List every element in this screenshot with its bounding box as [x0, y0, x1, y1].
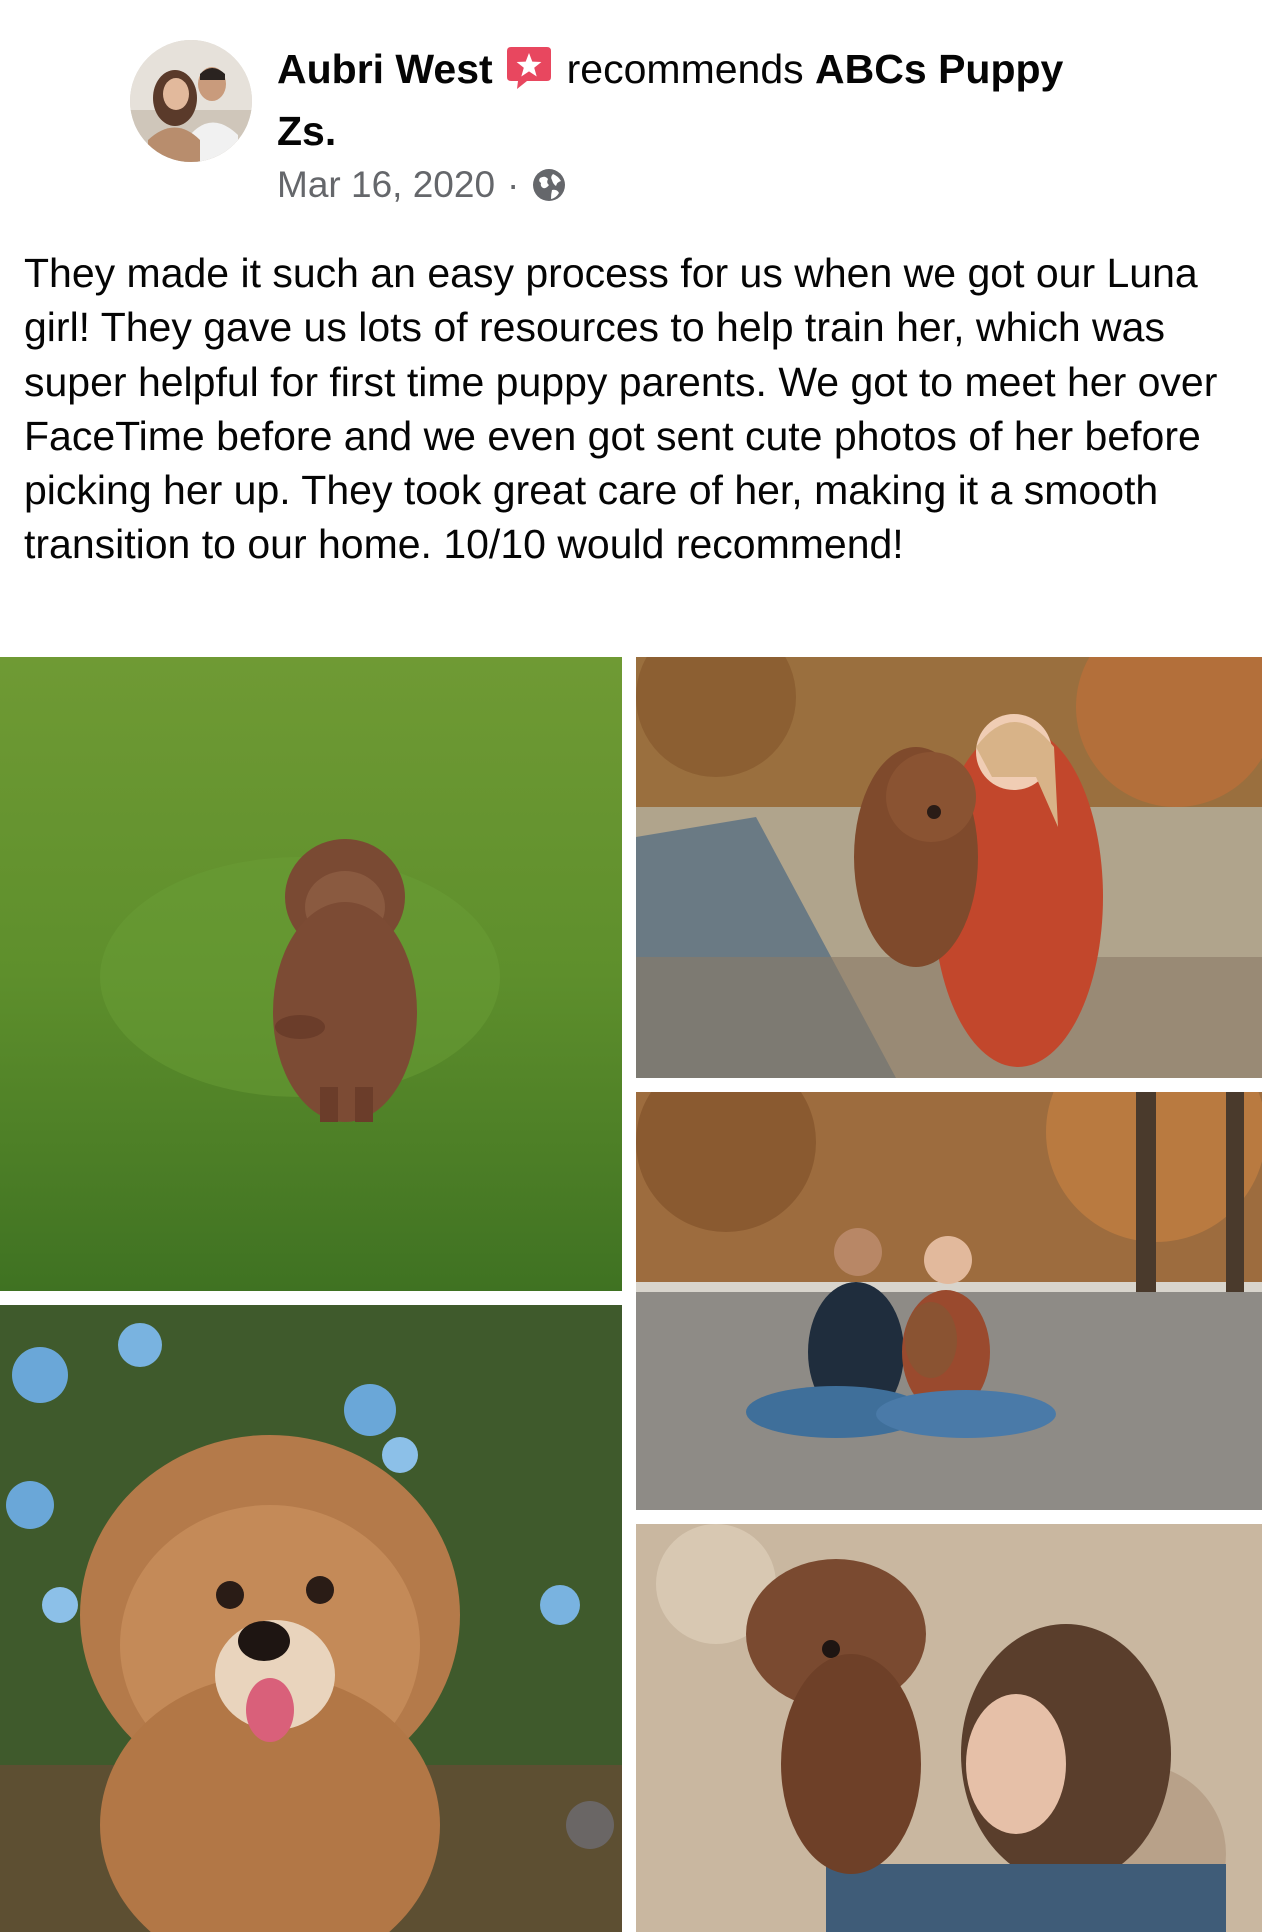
photo-puppy-with-flowers[interactable] [0, 1305, 622, 1932]
photo-girl-holding-puppy[interactable] [636, 657, 1262, 1078]
recommendation-star-icon [505, 43, 553, 91]
post-headline: Aubri West recommends ABCs Puppy Zs. [277, 38, 1097, 162]
photo-grid [0, 657, 1262, 1932]
post-date[interactable]: Mar 16, 2020 [277, 162, 495, 208]
post-meta: Mar 16, 2020 · [277, 162, 567, 208]
globe-icon[interactable] [531, 167, 567, 203]
meta-separator: · [507, 164, 520, 205]
author-avatar[interactable] [130, 40, 252, 162]
post-body-text: They made it such an easy process for us… [24, 250, 1218, 568]
author-name[interactable]: Aubri West [277, 46, 493, 92]
recommends-verb: recommends [566, 46, 804, 92]
photo-puppy-on-shoulder[interactable] [636, 1524, 1262, 1932]
photo-puppy-on-grass[interactable] [0, 657, 622, 1291]
recommendation-post: Aubri West recommends ABCs Puppy Zs. Mar… [0, 0, 1262, 1932]
photo-couple-with-puppy[interactable] [636, 1092, 1262, 1510]
post-header: Aubri West recommends ABCs Puppy Zs. Mar… [0, 0, 1262, 230]
